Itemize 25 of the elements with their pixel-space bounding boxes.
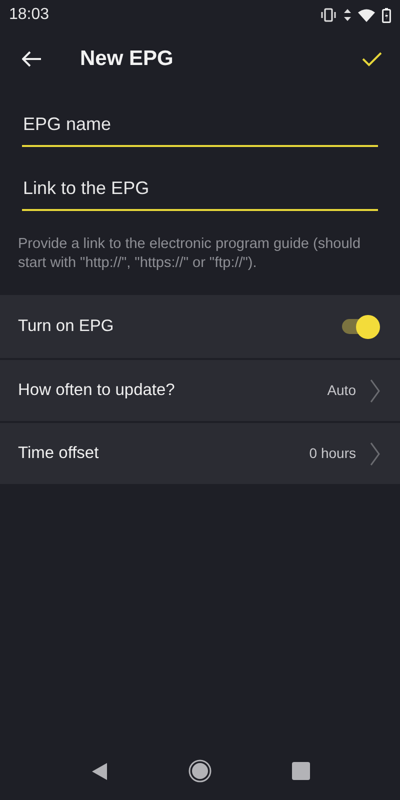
setting-label: Turn on EPG — [18, 316, 115, 338]
status-time: 18:03 — [9, 5, 50, 25]
vibrate-icon — [320, 8, 337, 22]
setting-label: Time offset — [18, 443, 100, 464]
back-nav-icon[interactable] — [90, 762, 108, 780]
text-field[interactable]: Link to the EPG — [22, 169, 378, 211]
settings-row[interactable]: Turn on EPG — [0, 295, 400, 358]
chevron-right-icon — [370, 378, 380, 402]
screen-title: New EPG — [80, 46, 174, 72]
chevron-right-icon — [370, 442, 380, 466]
text-field[interactable]: EPG name — [22, 105, 378, 147]
setting-label: How often to update? — [18, 380, 176, 402]
hint-text: Provide a link to the electronic program guide (should start with "http://", "https://" or "ftp://"). — [17, 235, 362, 273]
data-arrows-icon — [344, 9, 351, 21]
setting-value: Auto — [327, 381, 356, 400]
setting-value: 0 hours — [309, 444, 356, 463]
settings-row[interactable]: Time offset 0 hours — [0, 421, 400, 484]
wifi-icon — [358, 8, 375, 22]
battery-icon — [382, 8, 391, 22]
checkmark-icon — [362, 51, 382, 67]
settings-row[interactable]: How often to update? Auto — [0, 358, 400, 421]
back-arrow-icon — [22, 51, 42, 67]
toggle-switch[interactable] — [340, 314, 380, 338]
home-nav-icon[interactable] — [188, 759, 212, 783]
recents-nav-icon[interactable] — [292, 762, 310, 780]
